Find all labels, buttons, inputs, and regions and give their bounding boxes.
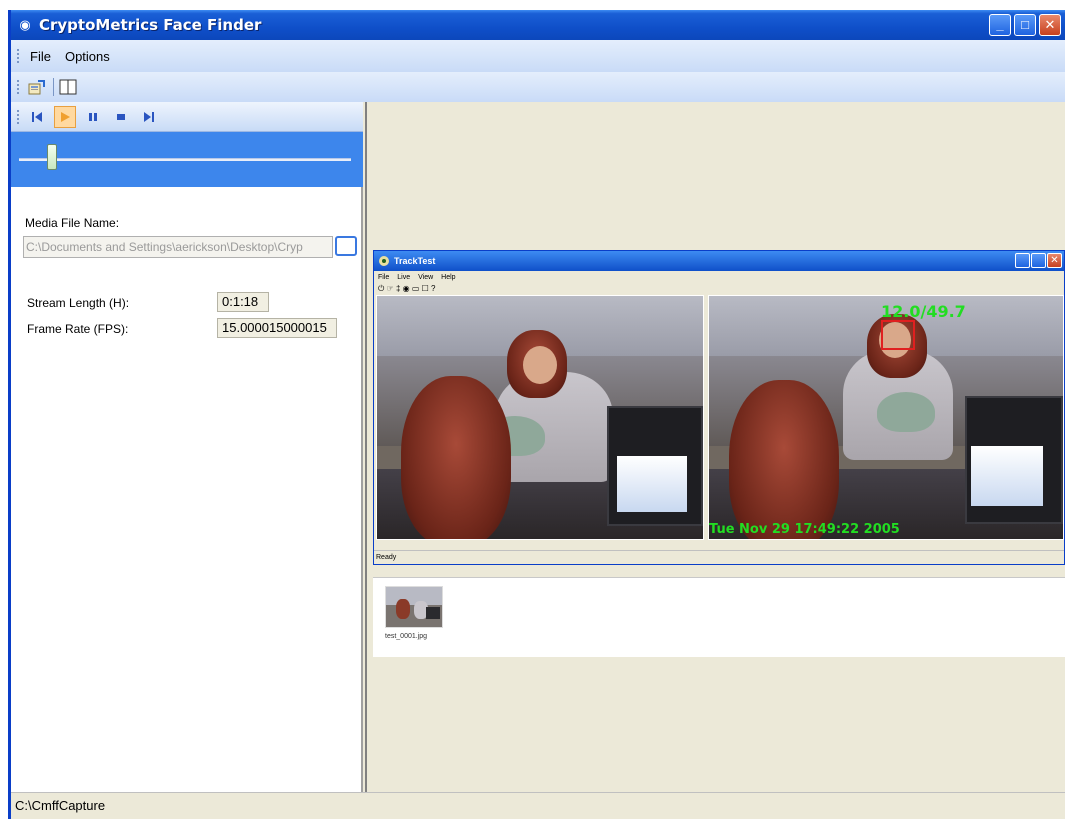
play-icon[interactable] [54, 105, 76, 128]
app-icon: ◉ [19, 17, 31, 32]
window-title: CryptoMetrics Face Finder [39, 16, 262, 34]
tracktest-maximize-button[interactable] [1031, 253, 1046, 268]
window-controls: _ □ ✕ [989, 14, 1061, 36]
stop-icon[interactable] [110, 106, 132, 128]
media-file-input[interactable]: C:\Documents and Settings\aerickson\Desk… [23, 236, 333, 258]
media-bar-grip[interactable] [17, 109, 20, 124]
properties-icon[interactable] [26, 77, 48, 97]
close-button[interactable]: ✕ [1039, 14, 1061, 36]
face-detection-box [881, 320, 915, 350]
tracktest-minimize-button[interactable] [1015, 253, 1030, 268]
toolbar-grip[interactable] [17, 80, 20, 94]
tracktest-menu-view[interactable]: View [418, 274, 433, 281]
menu-file[interactable]: File [26, 49, 61, 64]
maximize-button[interactable]: □ [1014, 14, 1036, 36]
menu-bar: File Options [11, 40, 1065, 72]
tracktest-window: TrackTest ✕ File Live View Help ⏻ ☞ ‡ ◉ … [373, 250, 1065, 565]
seek-slider-thumb[interactable] [47, 144, 58, 170]
capture-thumbnail-label: test_0001.jpg [385, 633, 428, 640]
tracktest-app-icon [379, 256, 389, 266]
tracktest-title-bar[interactable]: TrackTest ✕ [374, 251, 1064, 271]
tracktest-status-bar: Ready [374, 550, 1064, 564]
tracktest-menu-file[interactable]: File [378, 274, 389, 281]
capture-thumbnail[interactable] [385, 586, 443, 628]
toolbar [11, 72, 1065, 102]
skip-forward-icon[interactable] [138, 106, 160, 128]
tracktest-close-button[interactable]: ✕ [1047, 253, 1062, 268]
main-window: ◉ CryptoMetrics Face Finder _ □ ✕ File O… [8, 10, 1065, 819]
capture-strip: test_0001.jpg [373, 577, 1065, 657]
tracktest-window-controls: ✕ [1015, 253, 1062, 268]
title-bar[interactable]: ◉ CryptoMetrics Face Finder _ □ ✕ [11, 10, 1065, 40]
browse-button[interactable] [335, 236, 357, 256]
media-file-label: Media File Name: [25, 216, 120, 230]
frame-rate-label: Frame Rate (FPS): [27, 322, 129, 336]
stream-length-label: Stream Length (H): [27, 296, 130, 310]
right-area: TrackTest ✕ File Live View Help ⏻ ☞ ‡ ◉ … [365, 102, 1065, 792]
layout-icon[interactable] [57, 77, 79, 97]
status-bar: C:\CmffCapture [11, 792, 1065, 819]
seek-slider-area [11, 132, 363, 187]
tracktest-menu-live[interactable]: Live [397, 274, 410, 281]
tracktest-menu-bar: File Live View Help [374, 271, 1064, 283]
tracktest-toolbar[interactable]: ⏻ ☞ ‡ ◉ ▭ ☐ ? [374, 283, 1064, 295]
media-control-bar [11, 102, 363, 132]
stream-length-value: 0:1:18 [217, 292, 269, 312]
toolbar-separator [53, 78, 54, 96]
video-frame-right: 12.0/49.7 Tue Nov 29 17:49:22 2005 [708, 295, 1064, 540]
detection-ratio-overlay: 12.0/49.7 [881, 302, 966, 321]
minimize-button[interactable]: _ [989, 14, 1011, 36]
tracktest-menu-help[interactable]: Help [441, 274, 455, 281]
skip-back-icon[interactable] [26, 106, 48, 128]
menu-grip[interactable] [17, 49, 20, 63]
left-panel: Media File Name: C:\Documents and Settin… [11, 102, 363, 792]
frame-rate-value: 15.000015000015 [217, 318, 337, 338]
menu-options[interactable]: Options [61, 49, 120, 64]
tracktest-title: TrackTest [394, 256, 436, 266]
timestamp-overlay: Tue Nov 29 17:49:22 2005 [709, 522, 900, 537]
pause-icon[interactable] [82, 106, 104, 128]
video-frame-left [376, 295, 704, 540]
seek-slider-track[interactable] [19, 158, 351, 161]
